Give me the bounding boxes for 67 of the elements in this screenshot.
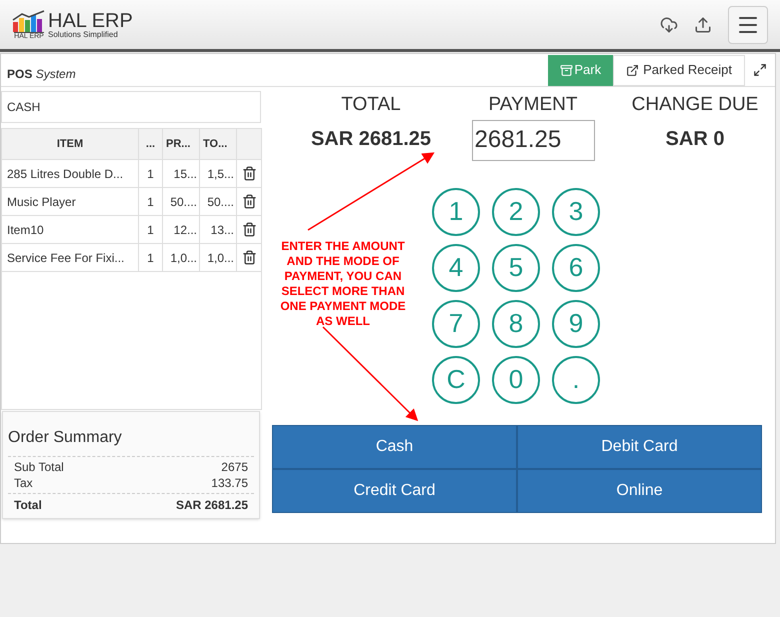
brand-tagline: Solutions Simplified [48,30,119,38]
upload-icon[interactable] [694,16,712,34]
customer-field[interactable]: CASH [1,91,261,123]
table-cell: Item10 [2,216,139,243]
total-value: SAR 2681.25 [310,126,432,152]
keypad-key[interactable]: . [552,356,600,404]
column-header: PR... [163,129,200,160]
summary-label: Sub Total [14,459,64,475]
keypad-key[interactable]: 0 [492,356,540,404]
keypad-key[interactable]: 5 [492,244,540,292]
trash-icon[interactable] [242,194,256,209]
external-link-icon [626,64,640,76]
keypad-key[interactable]: 3 [552,188,600,236]
table-cell: 1 [139,216,163,243]
total-label: TOTAL [341,93,401,117]
payment-mode-button[interactable]: Cash [272,424,517,468]
column-header: TO... [200,129,237,160]
payment-mode-button[interactable]: Debit Card [517,424,762,468]
archive-icon [560,64,574,76]
order-summary-title: Order Summary [8,412,254,457]
brand-name: HAL ERP [48,10,133,30]
menu-button[interactable] [728,6,768,44]
keypad-key[interactable]: 7 [432,300,480,348]
table-cell: 50.... [200,188,237,215]
table-cell: 12... [163,216,200,243]
summary-total-value: SAR 2681.25 [176,497,248,514]
table-cell: Service Fee For Fixi... [2,244,139,271]
table-cell: 1,0... [163,244,200,271]
summary-value: 2675 [221,459,248,475]
summary-total-label: Total [14,497,42,514]
table-cell: 1 [139,160,163,187]
expand-icon[interactable] [753,63,767,77]
table-cell: 13... [200,216,237,243]
keypad-key[interactable]: C [432,356,480,404]
table-cell: 1,0... [200,244,237,271]
column-header: ITEM [2,129,139,160]
column-header: ... [139,129,163,160]
table-cell: 285 Litres Double D... [2,160,139,187]
table-cell: 1,5... [200,160,237,187]
parked-receipt-button[interactable]: Parked Receipt [613,54,745,86]
trash-icon[interactable] [242,166,256,181]
trash-icon[interactable] [242,250,256,265]
table-cell: 1 [139,188,163,215]
table-cell: 15... [163,160,200,187]
keypad-key[interactable]: 9 [552,300,600,348]
table-cell: 1 [139,244,163,271]
keypad-key[interactable]: 1 [432,188,480,236]
trash-icon[interactable] [242,222,256,237]
payment-mode-button[interactable]: Online [517,468,762,512]
table-cell: Music Player [2,188,139,215]
keypad-key[interactable]: 4 [432,244,480,292]
payment-mode-button[interactable]: Credit Card [272,468,517,512]
bar-chart-logo-icon [12,10,46,32]
total-value: SAR 0 [666,126,724,152]
cloud-download-icon[interactable] [660,16,678,34]
table-cell: 50.... [163,188,200,215]
summary-value: 133.75 [211,475,248,491]
total-label: PAYMENT [488,93,578,117]
park-button[interactable]: Park [548,54,614,86]
payment-field[interactable]: 2681.25 [472,120,594,160]
annotation-text: ENTER THE AMOUNT AND THE MODE OF PAYMENT, YOU CAN SELECT MORE THAN ONE PAYMENT MODE AS WELL [279,239,407,329]
summary-label: Tax [14,475,33,491]
total-label: CHANGE DUE [632,93,758,117]
keypad-key[interactable]: 8 [492,300,540,348]
panel-title: POS System [7,66,76,83]
keypad-key[interactable]: 2 [492,188,540,236]
keypad-key[interactable]: 6 [552,244,600,292]
